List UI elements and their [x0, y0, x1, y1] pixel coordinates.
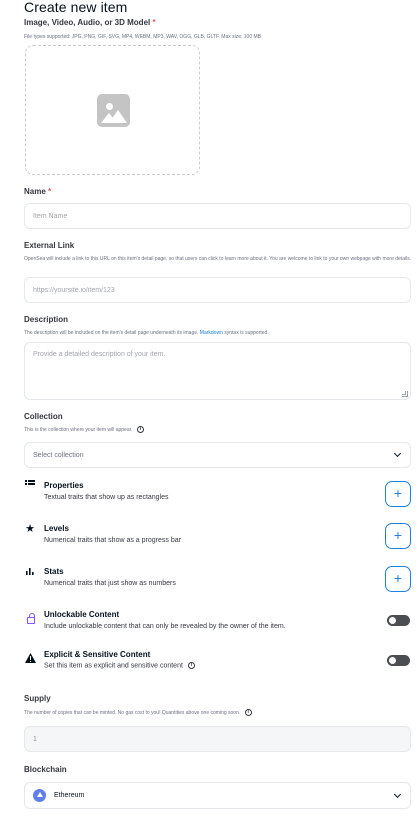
unlockable-title: Unlockable Content: [44, 610, 120, 619]
toggle-knob: [389, 657, 396, 664]
supply-input[interactable]: [25, 727, 410, 751]
add-stats-button[interactable]: +: [385, 566, 411, 592]
chevron-down-icon: [393, 790, 402, 798]
collection-label: Collection: [24, 412, 63, 421]
explicit-toggle[interactable]: [387, 655, 410, 666]
name-input[interactable]: [25, 204, 410, 228]
stats-title: Stats: [44, 567, 64, 576]
description-help: The description will be included on the …: [24, 330, 269, 336]
unlockable-subtitle: Include unlockable content that can only…: [44, 623, 286, 630]
supply-label: Supply: [24, 694, 51, 703]
info-icon[interactable]: i: [136, 426, 144, 434]
add-properties-button[interactable]: +: [385, 481, 411, 507]
properties-title: Properties: [44, 481, 84, 490]
unlockable-toggle[interactable]: [387, 615, 410, 626]
external-link-help: OpenSea will include a link to this URL …: [24, 256, 412, 262]
collection-help: This is the collection where your item w…: [24, 426, 144, 434]
levels-subtitle: Numerical traits that show as a progress…: [44, 537, 181, 544]
blockchain-select[interactable]: Ethereum: [24, 782, 411, 809]
markdown-link[interactable]: Markdown: [200, 330, 223, 336]
lock-icon: [26, 613, 36, 625]
description-field[interactable]: [24, 342, 411, 400]
stats-subtitle: Numerical traits that just show as numbe…: [44, 580, 176, 587]
media-label: Image, Video, Audio, or 3D Model *: [24, 18, 156, 27]
star-icon: ★: [25, 523, 35, 535]
explicit-title: Explicit & Sensitive Content: [44, 650, 151, 659]
supply-help: The number of copies that can be minted.…: [24, 709, 252, 717]
ethereum-icon: [33, 789, 46, 802]
media-upload-dropzone[interactable]: [25, 45, 200, 175]
supply-field[interactable]: [24, 726, 411, 752]
description-label: Description: [24, 315, 69, 324]
external-link-field[interactable]: [24, 277, 411, 303]
levels-title: Levels: [44, 524, 69, 533]
info-icon[interactable]: i: [187, 662, 195, 669]
add-levels-button[interactable]: +: [385, 523, 411, 549]
blockchain-label: Blockchain: [24, 765, 67, 774]
description-textarea[interactable]: [25, 343, 410, 399]
toggle-knob: [389, 617, 396, 624]
collection-select[interactable]: Select collection: [24, 442, 411, 468]
chevron-down-icon: [393, 449, 402, 458]
name-label: Name *: [24, 187, 52, 196]
page-title: Create new item: [24, 0, 128, 15]
media-help: File types supported: JPG, PNG, GIF, SVG…: [24, 34, 262, 40]
info-icon[interactable]: i: [244, 709, 252, 717]
warning-icon: [25, 650, 36, 668]
image-icon: [97, 94, 130, 127]
external-link-input[interactable]: [25, 278, 410, 302]
explicit-subtitle: Set this item as explicit and sensitive …: [44, 662, 195, 669]
properties-subtitle: Textual traits that show up as rectangle…: [44, 494, 169, 501]
external-link-label: External Link: [24, 241, 75, 250]
list-icon: [24, 480, 36, 491]
bar-chart-icon: [24, 567, 36, 578]
resize-handle[interactable]: [402, 391, 408, 397]
name-field[interactable]: [24, 203, 411, 229]
